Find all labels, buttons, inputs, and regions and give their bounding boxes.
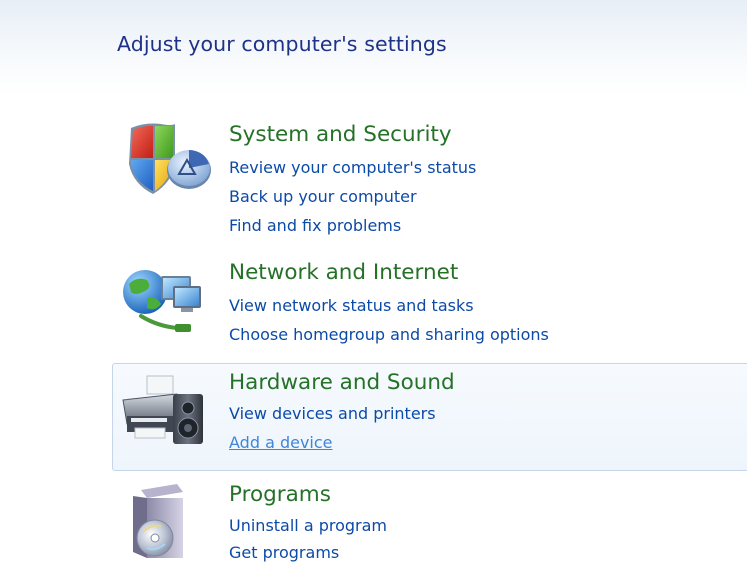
devices-printers-link[interactable]: View devices and printers — [229, 404, 436, 424]
network-globe-icon[interactable] — [117, 262, 217, 342]
category-network-and-internet: Network and Internet View network status… — [112, 253, 747, 353]
category-programs: Programs Uninstall a program Get program… — [112, 475, 747, 563]
category-title[interactable]: Programs — [229, 482, 331, 508]
category-title[interactable]: Network and Internet — [229, 260, 458, 286]
get-programs-link[interactable]: Get programs — [229, 543, 339, 563]
add-device-link[interactable]: Add a device — [229, 433, 333, 453]
homegroup-sharing-link[interactable]: Choose homegroup and sharing options — [229, 325, 549, 345]
program-box-icon[interactable] — [117, 480, 217, 560]
page-title: Adjust your computer's settings — [117, 32, 447, 56]
back-up-link[interactable]: Back up your computer — [229, 187, 417, 207]
shield-icon[interactable] — [117, 118, 217, 198]
find-fix-problems-link[interactable]: Find and fix problems — [229, 216, 401, 236]
category-title[interactable]: System and Security — [229, 122, 452, 148]
review-status-link[interactable]: Review your computer's status — [229, 158, 476, 178]
category-title[interactable]: Hardware and Sound — [229, 370, 455, 396]
network-status-link[interactable]: View network status and tasks — [229, 296, 474, 316]
category-hardware-and-sound: Hardware and Sound View devices and prin… — [112, 363, 747, 471]
category-system-and-security: System and Security Review your computer… — [112, 115, 747, 245]
uninstall-program-link[interactable]: Uninstall a program — [229, 516, 387, 536]
printer-speaker-icon[interactable] — [117, 372, 217, 452]
